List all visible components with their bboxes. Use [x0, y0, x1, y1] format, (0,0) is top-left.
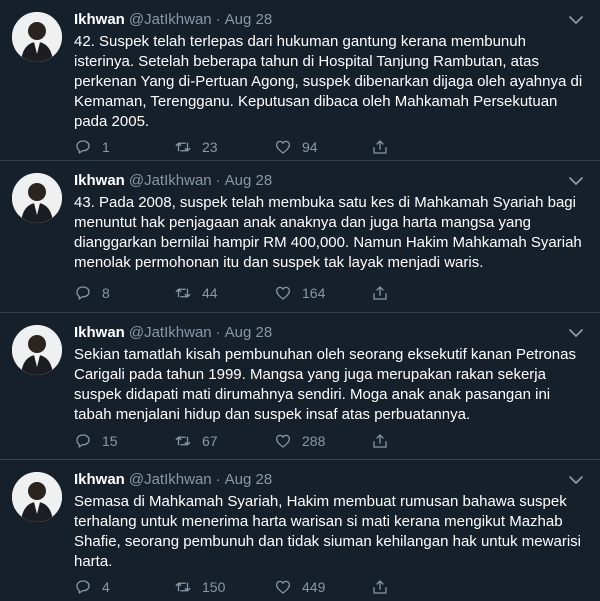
- tweet-header: Ikhwan @JatIkhwan · Aug 28: [74, 470, 272, 490]
- like-button[interactable]: 94: [274, 137, 318, 157]
- tweet-actions: 1 23 94: [74, 137, 394, 157]
- chevron-down-icon[interactable]: [568, 14, 584, 26]
- user-handle[interactable]: @JatIkhwan: [129, 324, 212, 341]
- reply-icon: [76, 434, 90, 448]
- share-icon: [373, 580, 387, 594]
- tweet-actions: 8 44 164: [74, 283, 394, 303]
- tweet-text: Semasa di Mahkamah Syariah, Hakim membua…: [74, 493, 581, 570]
- retweet-button[interactable]: 150: [174, 577, 225, 597]
- reply-button[interactable]: 15: [74, 431, 118, 451]
- reply-button[interactable]: 8: [74, 283, 110, 303]
- user-handle[interactable]: @JatIkhwan: [129, 11, 212, 28]
- reply-count: 1: [102, 139, 110, 155]
- share-button[interactable]: [371, 283, 399, 303]
- avatar[interactable]: [12, 173, 62, 223]
- separator: ·: [215, 471, 221, 488]
- tweet-header: Ikhwan @JatIkhwan · Aug 28: [74, 10, 272, 30]
- reply-icon: [76, 286, 90, 300]
- share-button[interactable]: [371, 431, 399, 451]
- separator: ·: [215, 324, 221, 341]
- tweet-header: Ikhwan @JatIkhwan · Aug 28: [74, 323, 272, 343]
- reply-count: 15: [102, 433, 118, 449]
- like-button[interactable]: 164: [274, 283, 325, 303]
- like-count: 288: [302, 433, 326, 449]
- like-icon: [275, 434, 291, 448]
- share-icon: [373, 434, 387, 448]
- retweet-button[interactable]: 44: [174, 283, 218, 303]
- tweet-date[interactable]: Aug 28: [225, 11, 273, 28]
- like-button[interactable]: 449: [274, 577, 325, 597]
- retweet-icon: [175, 142, 191, 152]
- retweet-button[interactable]: 67: [174, 431, 218, 451]
- like-icon: [275, 140, 291, 154]
- retweet-icon: [175, 436, 191, 446]
- retweet-button[interactable]: 23: [174, 137, 218, 157]
- tweet-date[interactable]: Aug 28: [225, 471, 273, 488]
- reply-button[interactable]: 4: [74, 577, 110, 597]
- retweet-icon: [175, 582, 191, 592]
- tweet[interactable]: Ikhwan @JatIkhwan · Aug 28 Semasa di Mahkam…: [0, 460, 600, 601]
- reply-count: 8: [102, 285, 110, 301]
- like-button[interactable]: 288: [274, 431, 325, 451]
- tweet-actions: 15 67 288: [74, 431, 394, 451]
- avatar[interactable]: [12, 12, 62, 62]
- like-count: 164: [302, 285, 326, 301]
- display-name[interactable]: Ikhwan: [74, 471, 125, 488]
- like-icon: [275, 286, 291, 300]
- chevron-down-icon[interactable]: [568, 175, 584, 187]
- share-icon: [373, 286, 387, 300]
- share-button[interactable]: [371, 577, 399, 597]
- reply-button[interactable]: 1: [74, 137, 110, 157]
- retweet-count: 23: [202, 139, 218, 155]
- reply-icon: [76, 580, 90, 594]
- retweet-icon: [175, 288, 191, 298]
- retweet-count: 67: [202, 433, 218, 449]
- tweet-text: 42. Suspek telah terlepas dari hukuman g…: [74, 33, 583, 130]
- chevron-down-icon[interactable]: [568, 474, 584, 486]
- separator: ·: [215, 11, 221, 28]
- tweet-date[interactable]: Aug 28: [225, 172, 273, 189]
- like-count: 94: [302, 139, 318, 155]
- retweet-count: 150: [202, 579, 226, 595]
- tweet-text: Sekian tamatlah kisah pembunuhan oleh se…: [74, 346, 576, 423]
- display-name[interactable]: Ikhwan: [74, 172, 125, 189]
- display-name[interactable]: Ikhwan: [74, 324, 125, 341]
- avatar[interactable]: [12, 325, 62, 375]
- like-count: 449: [302, 579, 326, 595]
- separator: ·: [215, 172, 221, 189]
- chevron-down-icon[interactable]: [568, 327, 584, 339]
- user-handle[interactable]: @JatIkhwan: [129, 172, 212, 189]
- tweet[interactable]: Ikhwan @JatIkhwan · Aug 28 43. Pada 2008, s…: [0, 161, 600, 313]
- reply-count: 4: [102, 579, 110, 595]
- display-name[interactable]: Ikhwan: [74, 11, 125, 28]
- avatar[interactable]: [12, 472, 62, 522]
- retweet-count: 44: [202, 285, 218, 301]
- tweet-actions: 4 150 449: [74, 577, 394, 597]
- tweet-date[interactable]: Aug 28: [225, 324, 273, 341]
- share-icon: [373, 140, 387, 154]
- tweet[interactable]: Ikhwan @JatIkhwan · Aug 28 42. Suspek telah…: [0, 0, 600, 161]
- user-handle[interactable]: @JatIkhwan: [129, 471, 212, 488]
- tweet-header: Ikhwan @JatIkhwan · Aug 28: [74, 171, 272, 191]
- share-button[interactable]: [371, 137, 399, 157]
- tweet[interactable]: Ikhwan @JatIkhwan · Aug 28 Sekian tamatlah …: [0, 313, 600, 460]
- like-icon: [275, 580, 291, 594]
- reply-icon: [76, 140, 90, 154]
- tweet-text: 43. Pada 2008, suspek telah membuka satu…: [74, 194, 582, 271]
